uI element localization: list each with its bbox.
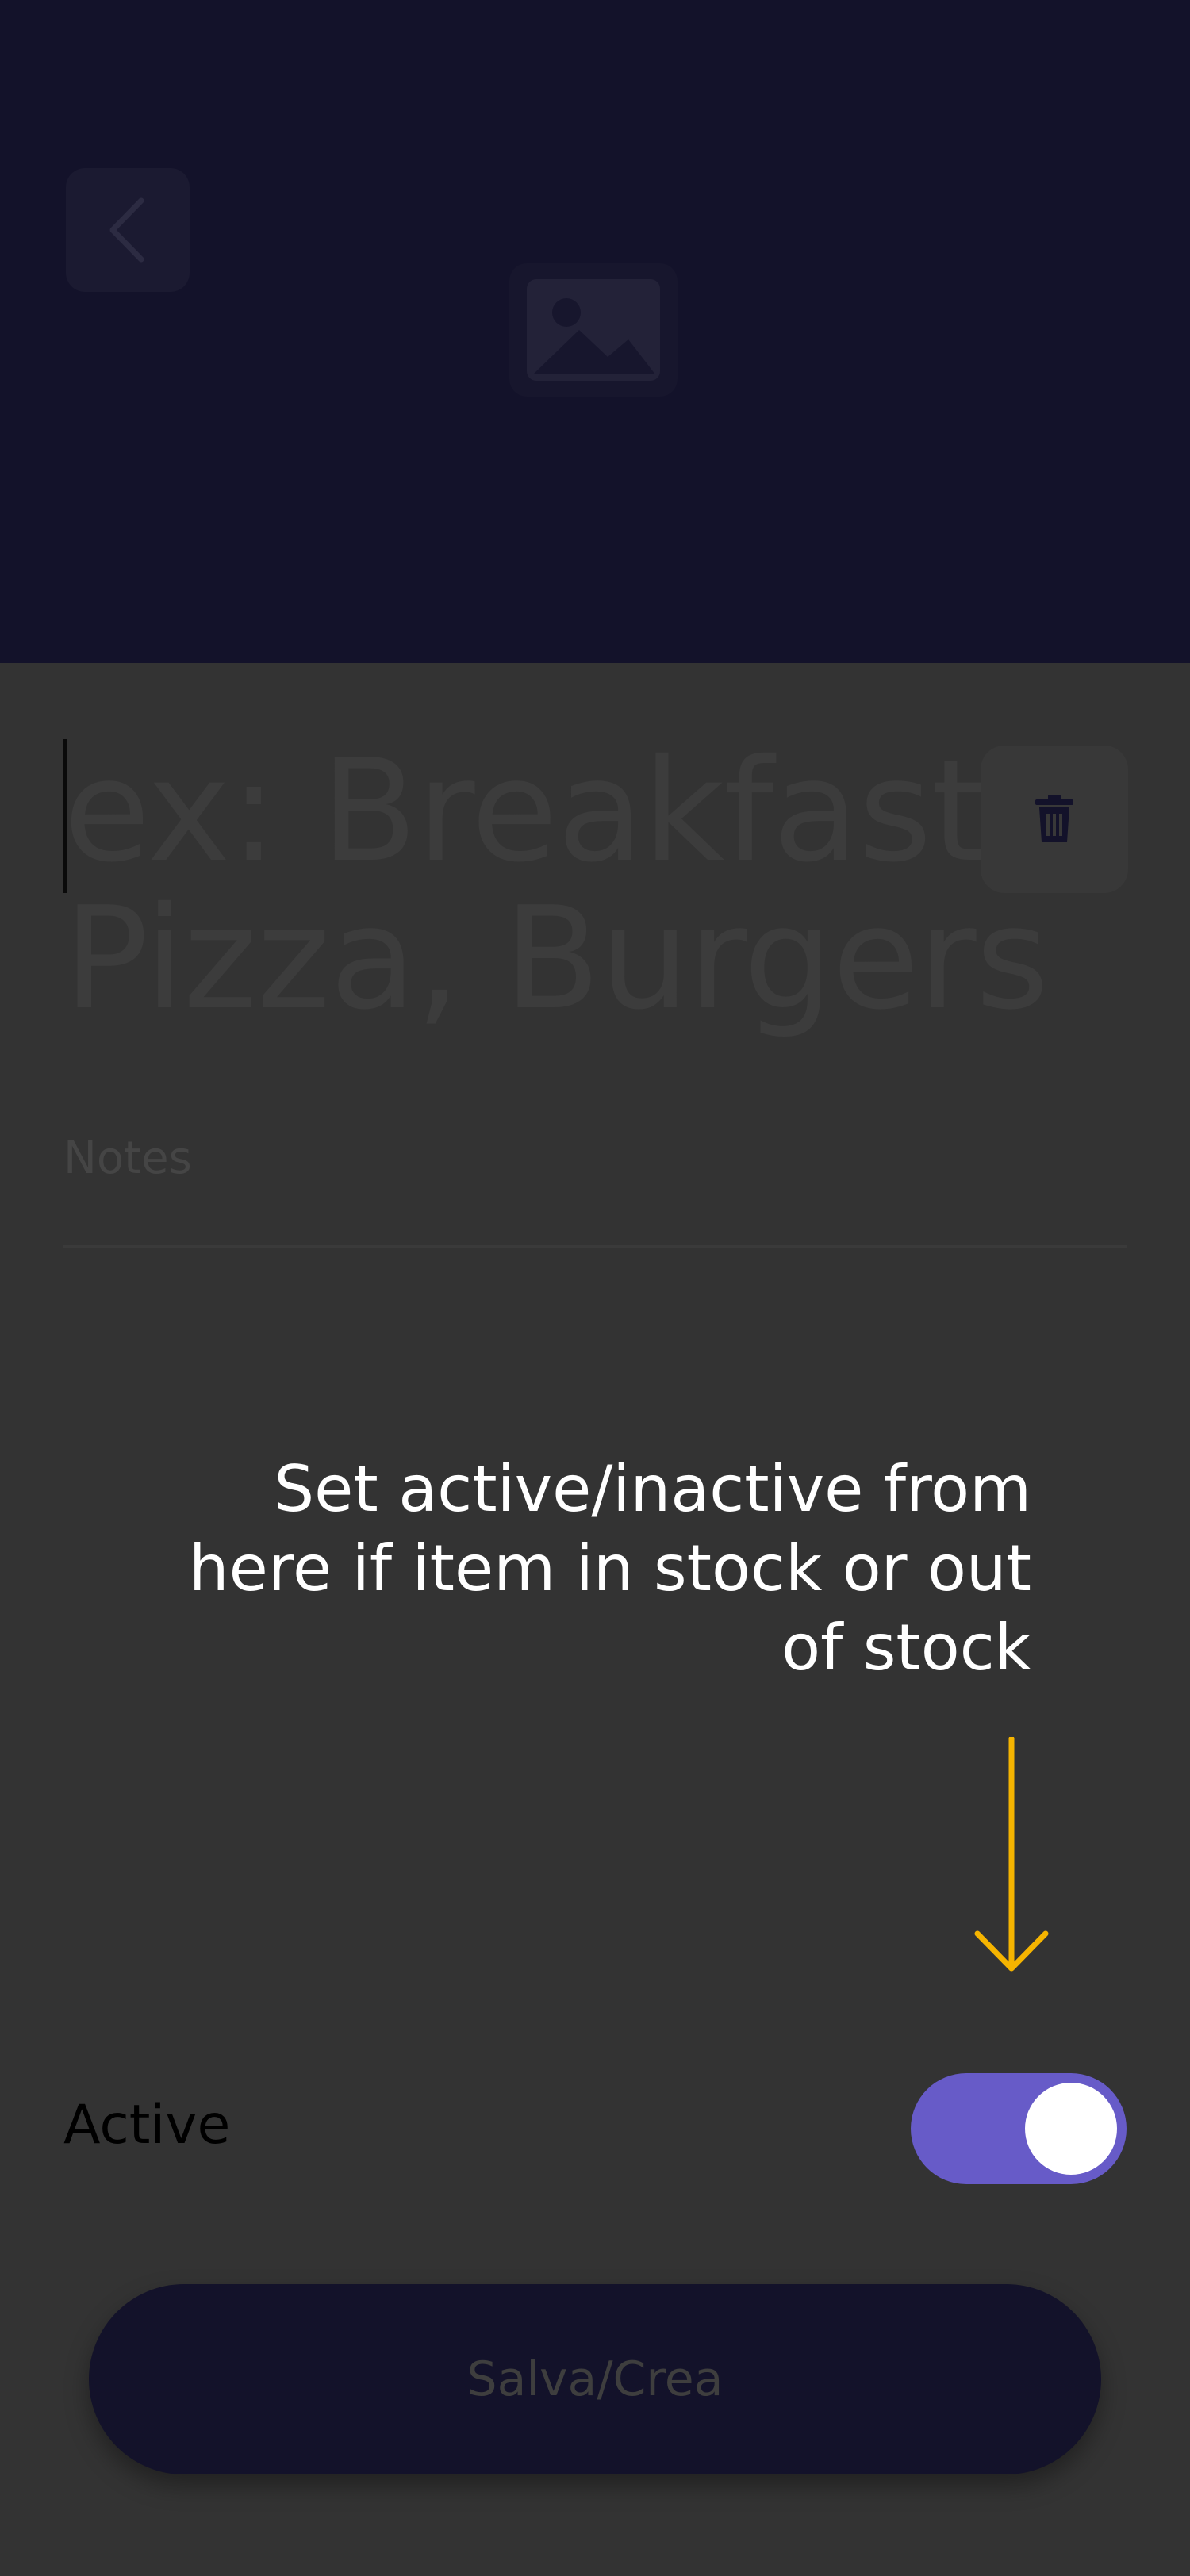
delete-button[interactable] — [981, 746, 1128, 893]
image-upload-button[interactable] — [509, 263, 678, 397]
notes-placeholder: Notes — [63, 1133, 192, 1184]
text-caret — [63, 739, 67, 893]
notes-input[interactable]: Notes — [63, 1128, 1127, 1248]
save-button[interactable]: Salva/Crea — [89, 2284, 1101, 2474]
arrow-down-icon — [974, 1737, 1049, 1972]
image-placeholder-icon — [527, 279, 660, 381]
active-toggle[interactable] — [911, 2073, 1127, 2184]
item-name-input[interactable]: ex: Breakfast, Pizza, Burgers — [63, 738, 1127, 1039]
screen: ex: Breakfast, Pizza, Burgers Notes Set … — [0, 0, 1190, 2576]
trash-icon — [1035, 795, 1073, 842]
chevron-left-icon — [109, 197, 144, 263]
save-button-label: Salva/Crea — [466, 2352, 724, 2407]
active-label: Active — [63, 2094, 231, 2156]
back-button[interactable] — [66, 168, 190, 292]
active-row: Active — [63, 2073, 1127, 2184]
coach-mark-text: Set active/inactive from here if item in… — [188, 1452, 1031, 1685]
item-image-header[interactable] — [0, 0, 1190, 663]
toggle-knob — [1025, 2083, 1117, 2175]
